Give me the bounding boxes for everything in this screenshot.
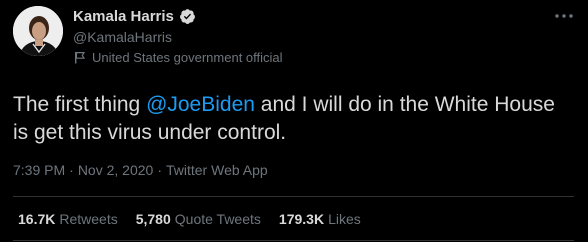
meta-separator: · <box>69 162 74 178</box>
retweets-stat[interactable]: 16.7K Retweets <box>18 211 118 227</box>
retweets-count: 16.7K <box>18 211 56 227</box>
likes-label: Likes <box>328 211 361 227</box>
likes-stat[interactable]: 179.3K Likes <box>279 211 361 227</box>
meta-separator: · <box>157 162 162 178</box>
tweet-text-before: The first thing <box>13 93 147 116</box>
government-flag-icon <box>73 51 86 64</box>
author-display-name[interactable]: Kamala Harris <box>73 8 174 25</box>
tweet-source[interactable]: Twitter Web App <box>166 162 268 178</box>
retweets-label: Retweets <box>59 211 118 227</box>
tweet-time[interactable]: 7:39 PM <box>13 162 65 178</box>
quote-tweets-label: Quote Tweets <box>174 211 261 227</box>
tweet-card: Kamala Harris @KamalaHarris United State… <box>0 0 588 242</box>
quote-tweets-count: 5,780 <box>135 211 171 227</box>
divider <box>13 240 574 241</box>
author-name-row: Kamala Harris <box>73 8 196 25</box>
tweet-date[interactable]: Nov 2, 2020 <box>78 162 154 178</box>
more-options-icon[interactable] <box>553 9 575 23</box>
engagement-stats: 16.7K Retweets 5,780 Quote Tweets 179.3K… <box>18 211 361 227</box>
divider <box>13 196 574 197</box>
tweet-meta: 7:39 PM · Nov 2, 2020 · Twitter Web App <box>13 162 268 178</box>
author-handle[interactable]: @KamalaHarris <box>73 29 172 45</box>
likes-count: 179.3K <box>278 211 325 227</box>
government-label[interactable]: United States government official <box>73 50 283 65</box>
government-label-text: United States government official <box>92 50 283 65</box>
quote-tweets-stat[interactable]: 5,780 Quote Tweets <box>136 211 261 227</box>
mention-link[interactable]: @JoeBiden <box>146 93 255 116</box>
tweet-text: The first thing @JoeBiden and I will do … <box>13 91 573 147</box>
verified-badge-icon <box>179 8 196 25</box>
avatar[interactable] <box>13 6 63 56</box>
